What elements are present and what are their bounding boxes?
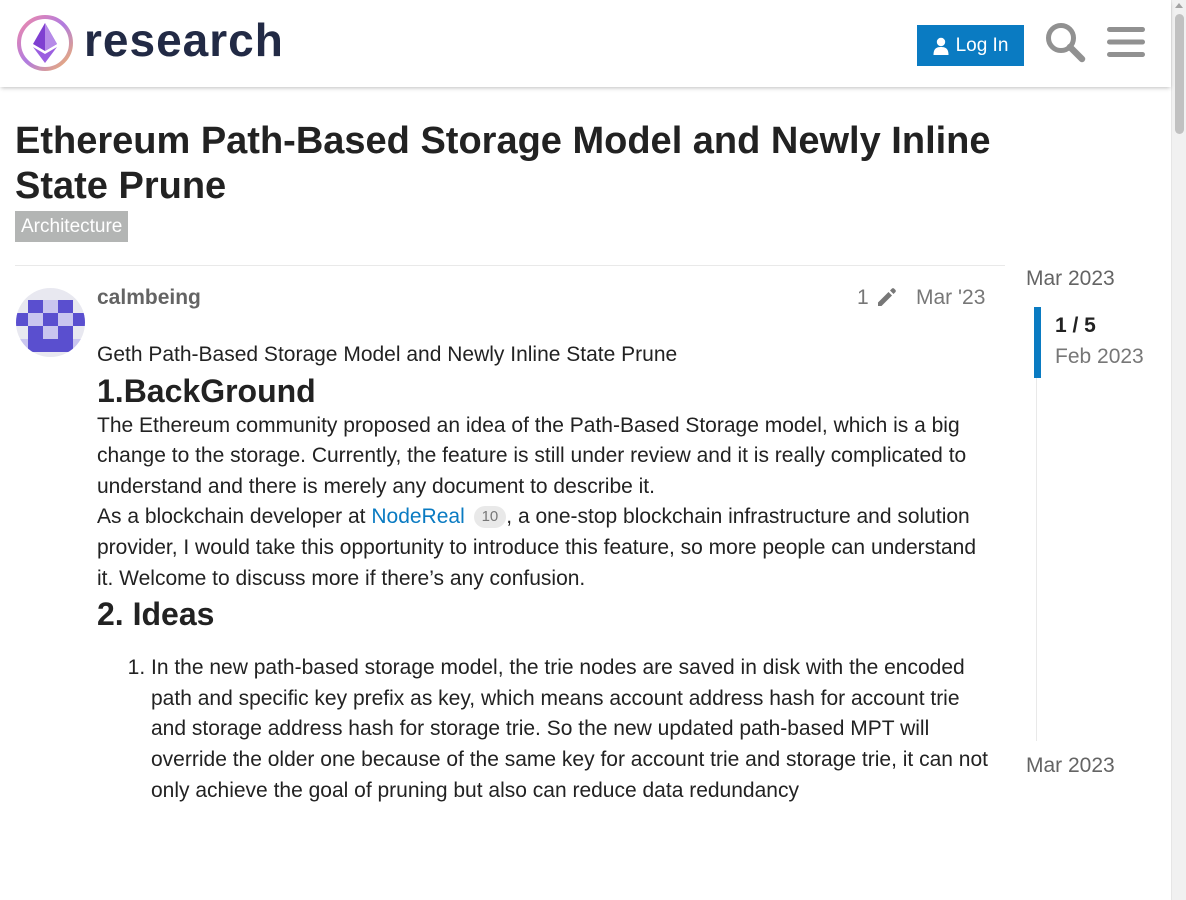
timeline-position: 1 / 5 <box>1055 314 1096 337</box>
timeline-start-date[interactable]: Mar 2023 <box>1026 267 1115 291</box>
post-intro: Geth Path-Based Storage Model and Newly … <box>97 343 678 366</box>
site-header: research Log In <box>0 0 1171 87</box>
user-icon <box>933 37 949 55</box>
site-logo[interactable]: research <box>16 14 284 72</box>
heading-ideas: 2. Ideas <box>97 596 215 633</box>
login-button[interactable]: Log In <box>917 25 1024 66</box>
category-badge[interactable]: Architecture <box>15 211 129 242</box>
background-paragraph: The Ethereum community proposed an idea … <box>97 413 967 498</box>
timeline-position-date: Feb 2023 <box>1055 345 1144 368</box>
edit-count: 1 <box>857 286 869 309</box>
page-scrollbar[interactable] <box>1171 0 1186 900</box>
ethereum-research-logo-icon <box>17 15 73 71</box>
timeline-end-date[interactable]: Mar 2023 <box>1026 754 1115 778</box>
edit-history-button[interactable]: 1 <box>857 286 897 310</box>
pencil-icon <box>877 288 896 306</box>
nodereal-link[interactable]: NodeReal <box>371 505 464 528</box>
paragraph-text: As a blockchain developer at <box>97 505 372 529</box>
heading-background: 1.BackGround <box>97 372 316 409</box>
post-body: Geth Path-Based Storage Model and Newly … <box>97 340 997 806</box>
login-button-label: Log In <box>955 34 1009 56</box>
timeline-handle[interactable] <box>1034 307 1041 378</box>
post-username[interactable]: calmbeing <box>97 286 201 310</box>
post-date[interactable]: Mar '23 <box>916 286 985 310</box>
scrollbar-thumb[interactable] <box>1175 14 1184 134</box>
avatar[interactable] <box>16 288 85 357</box>
logo-text: research <box>84 14 284 66</box>
background-paragraph-2: As a blockchain developer at NodeReal 10… <box>97 502 997 594</box>
search-icon[interactable] <box>1043 20 1087 64</box>
hamburger-menu-icon[interactable] <box>1104 20 1148 64</box>
title-divider <box>15 265 1005 266</box>
topic-title[interactable]: Ethereum Path-Based Storage Model and Ne… <box>15 119 1015 209</box>
scroll-up-arrow-icon[interactable] <box>1175 3 1183 8</box>
list-item: In the new path-based storage model, the… <box>151 653 997 806</box>
ideas-list: In the new path-based storage model, the… <box>97 653 997 806</box>
link-click-count-badge: 10 <box>473 506 507 529</box>
identicon-avatar-icon <box>16 288 85 357</box>
